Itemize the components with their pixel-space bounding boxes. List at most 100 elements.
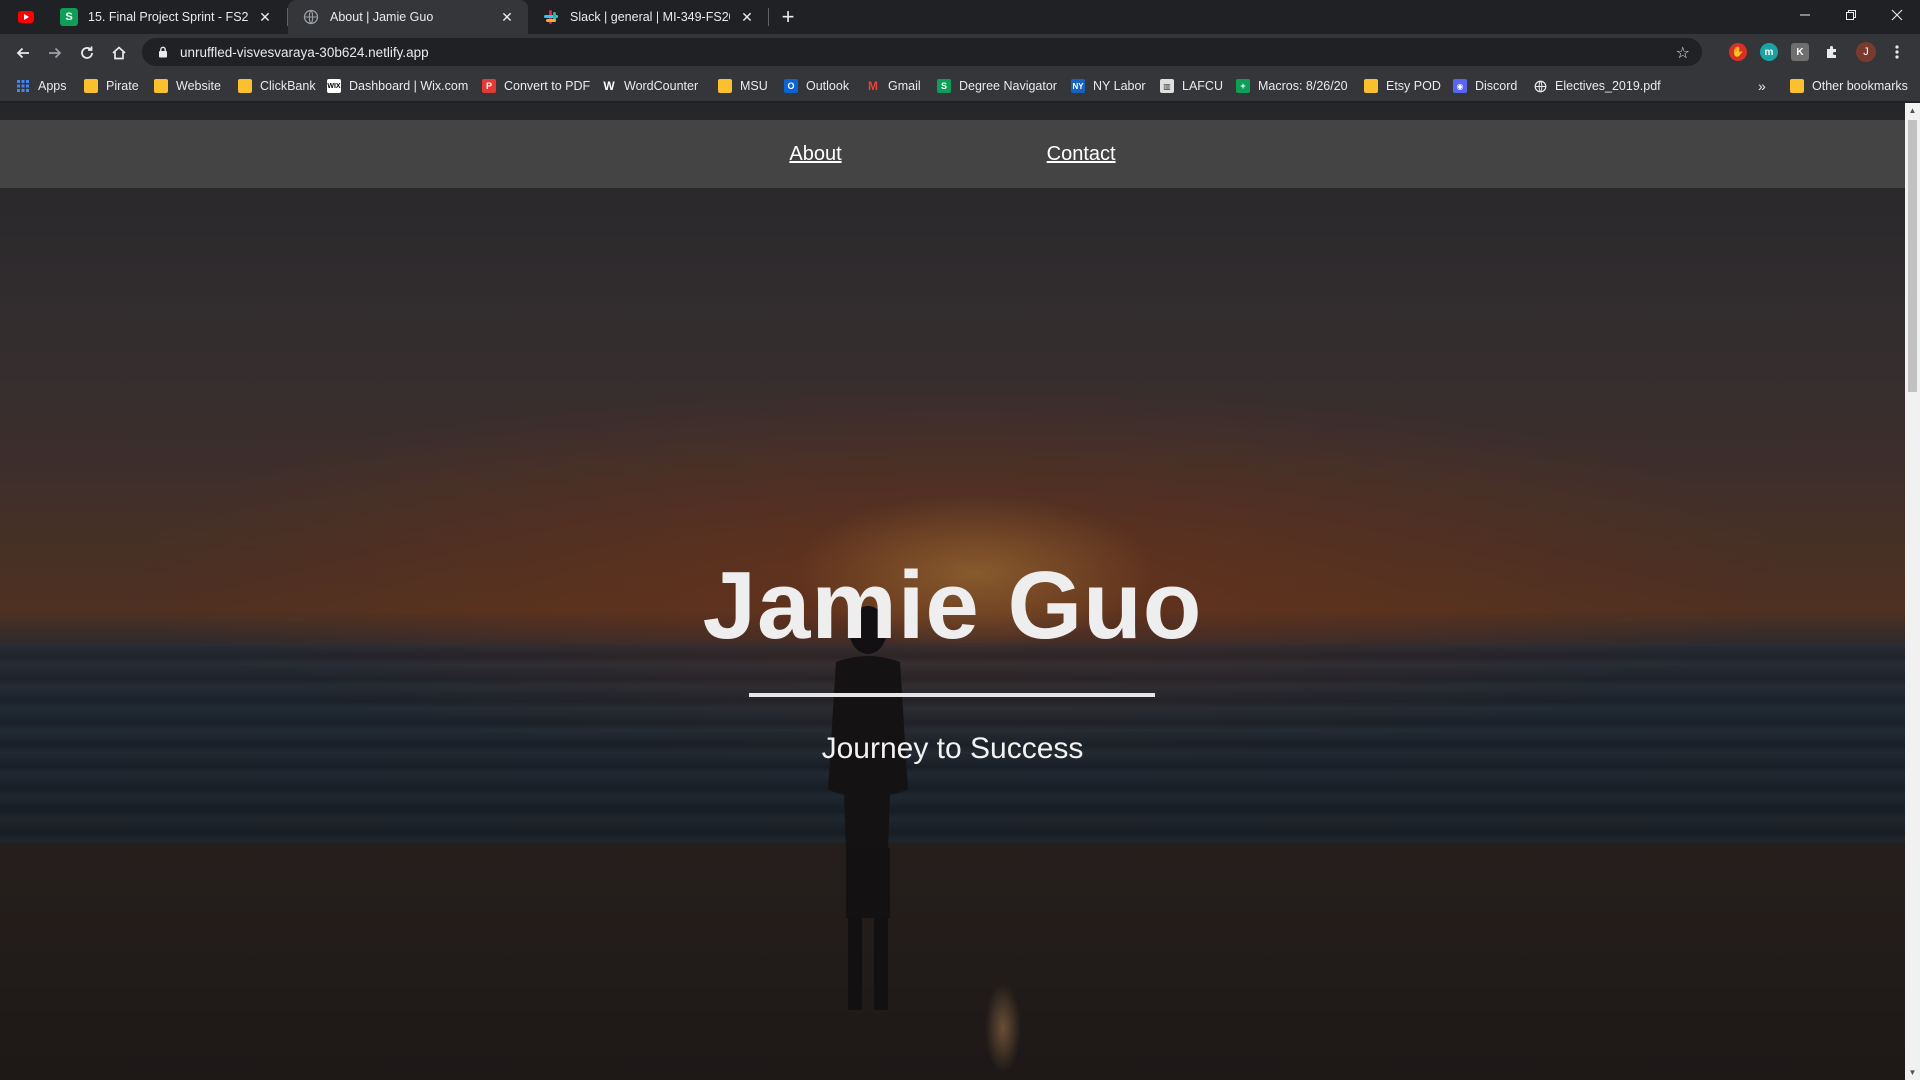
bookmark-label: MSU — [740, 79, 768, 93]
sheets-icon: S — [60, 8, 78, 26]
bookmark-label: Discord — [1475, 79, 1518, 93]
bookmark-label: Dashboard | Wix.com — [349, 79, 469, 93]
new-tab-button[interactable]: + — [776, 4, 800, 29]
back-button[interactable] — [10, 40, 36, 66]
bookmark-label: ClickBank — [260, 79, 316, 93]
tab-title: Slack | general | MI-349-FS20 | 1 — [570, 10, 730, 24]
page-viewport: About Contact Jamie Guo Journey to Succe… — [0, 103, 1905, 1080]
tab-final-project[interactable]: S 15. Final Project Sprint - FS20-MI ✕ — [46, 0, 286, 34]
folder-icon — [84, 79, 98, 93]
bookmark-other[interactable]: Other bookmarks — [1790, 77, 1908, 95]
extension-m-icon[interactable]: m — [1760, 43, 1778, 61]
lock-icon — [156, 45, 170, 59]
close-icon[interactable]: ✕ — [738, 8, 756, 26]
slack-icon — [542, 8, 560, 26]
scrollbar-thumb[interactable] — [1908, 120, 1917, 392]
bookmark-website[interactable]: Website — [154, 77, 221, 95]
reload-icon — [81, 46, 93, 59]
bookmark-label: Gmail — [888, 79, 921, 93]
bookmark-label: Electives_2019.pdf — [1555, 79, 1661, 93]
bookmark-degree-navigator[interactable]: S Degree Navigator — [937, 77, 1057, 95]
w-icon: W — [603, 79, 615, 93]
bookmark-etsy-pod[interactable]: Etsy POD — [1364, 77, 1441, 95]
close-icon[interactable]: ✕ — [256, 8, 274, 26]
bookmark-electives-pdf[interactable]: Electives_2019.pdf — [1533, 77, 1661, 95]
scroll-down-arrow-icon[interactable]: ▼ — [1908, 1068, 1917, 1077]
scroll-up-arrow-icon[interactable]: ▲ — [1908, 106, 1917, 115]
home-button[interactable] — [106, 40, 132, 66]
nav-link-about[interactable]: About — [789, 143, 841, 166]
hero-divider — [749, 693, 1155, 697]
ny-icon: NY — [1071, 79, 1085, 93]
menu-kebab-icon[interactable] — [1888, 43, 1906, 61]
youtube-icon — [18, 11, 34, 23]
bookmark-label: Pirate — [106, 79, 139, 93]
bookmark-convert-pdf[interactable]: P Convert to PDF — [482, 77, 590, 95]
forward-arrow-icon — [49, 47, 62, 59]
tab-youtube[interactable] — [18, 0, 44, 34]
tab-title: 15. Final Project Sprint - FS20-MI — [88, 10, 248, 24]
bookmark-label: NY Labor — [1093, 79, 1146, 93]
bookmark-label: LAFCU — [1182, 79, 1223, 93]
bookmark-ny-labor[interactable]: NY NY Labor — [1071, 77, 1146, 95]
bookmark-discord[interactable]: ◉ Discord — [1453, 77, 1517, 95]
close-icon[interactable]: ✕ — [498, 8, 516, 26]
bookmark-label: Outlook — [806, 79, 850, 93]
bookmark-label: WordCounter — [624, 79, 699, 93]
bookmark-outlook[interactable]: O Outlook — [784, 77, 849, 95]
folder-icon — [154, 79, 168, 93]
extensions-puzzle-icon[interactable] — [1823, 43, 1841, 61]
tab-strip: S 15. Final Project Sprint - FS20-MI ✕ A… — [0, 0, 1920, 34]
bookmark-label: Degree Navigator — [959, 79, 1057, 93]
page-scrollbar[interactable]: ▲ ▼ — [1905, 103, 1920, 1080]
bookmark-label: Apps — [38, 79, 67, 93]
bookmark-label: Website — [176, 79, 221, 93]
bookmark-label: Other bookmarks — [1812, 79, 1908, 93]
bookmark-wordcounter[interactable]: W WordCounter — [602, 77, 698, 95]
bookmark-lafcu[interactable]: ▥ LAFCU — [1160, 77, 1223, 95]
extension-red-icon[interactable]: ✋ — [1729, 43, 1747, 61]
site-nav-bar: About Contact — [0, 120, 1905, 188]
home-icon — [112, 46, 126, 60]
browser-toolbar: unruffled-visvesvaraya-30b624.netlify.ap… — [0, 34, 1920, 70]
bookmark-wix[interactable]: WIX Dashboard | Wix.com — [327, 77, 468, 95]
bookmark-star-icon[interactable]: ☆ — [1676, 43, 1690, 63]
bookmark-label: Etsy POD — [1386, 79, 1441, 93]
minimize-button[interactable] — [1782, 0, 1828, 30]
extension-gray-icon[interactable]: K — [1791, 43, 1809, 61]
tab-divider — [768, 8, 769, 26]
folder-icon — [1790, 79, 1804, 93]
outlook-icon: O — [784, 79, 798, 93]
bookmark-macros[interactable]: + Macros: 8/26/20 — [1236, 77, 1348, 95]
gmail-icon: M — [868, 79, 878, 93]
bookmark-label: Macros: 8/26/20 — [1258, 79, 1348, 93]
bookmark-label: Convert to PDF — [504, 79, 591, 93]
url-text: unruffled-visvesvaraya-30b624.netlify.ap… — [180, 44, 429, 60]
sheets-plus-icon: + — [1236, 79, 1250, 93]
globe-icon — [1533, 79, 1547, 93]
bookmark-gmail[interactable]: M Gmail — [866, 77, 921, 95]
bookmark-clickbank[interactable]: ClickBank — [238, 77, 316, 95]
restore-button[interactable] — [1828, 0, 1874, 30]
globe-icon — [302, 8, 320, 26]
back-arrow-icon — [16, 47, 29, 59]
reload-button[interactable] — [74, 40, 100, 66]
bookmark-msu[interactable]: MSU — [718, 77, 768, 95]
profile-avatar[interactable]: J — [1856, 42, 1876, 62]
close-window-button[interactable] — [1874, 0, 1920, 30]
forward-button[interactable] — [42, 40, 68, 66]
folder-icon — [238, 79, 252, 93]
bank-icon: ▥ — [1160, 79, 1174, 93]
bookmarks-overflow-button[interactable]: » — [1758, 77, 1766, 95]
bookmark-pirate[interactable]: Pirate — [84, 77, 139, 95]
address-bar[interactable]: unruffled-visvesvaraya-30b624.netlify.ap… — [142, 38, 1702, 66]
bookmark-apps[interactable]: Apps — [16, 77, 67, 95]
pdf-icon: P — [482, 79, 496, 93]
sheets-icon: S — [937, 79, 951, 93]
nav-link-contact[interactable]: Contact — [1047, 143, 1116, 166]
hero-title: Jamie Guo — [702, 552, 1203, 659]
tab-slack[interactable]: Slack | general | MI-349-FS20 | 1 ✕ — [528, 0, 768, 34]
tab-about-jamie-guo[interactable]: About | Jamie Guo ✕ — [288, 0, 528, 34]
apps-grid-icon — [16, 79, 30, 93]
wix-icon: WIX — [327, 79, 341, 93]
